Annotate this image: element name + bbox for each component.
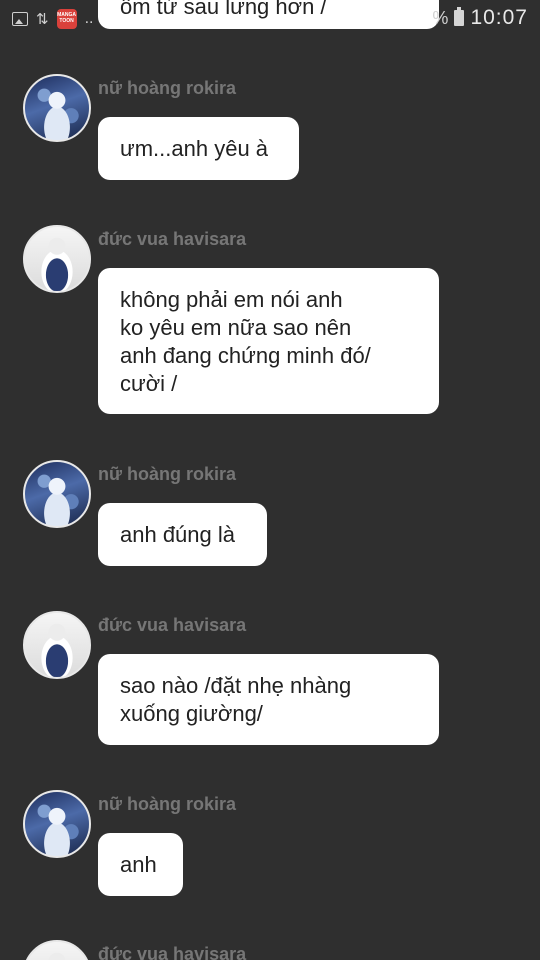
sender-name: đức vua havisara [98, 944, 247, 960]
avatar-king-havisara[interactable] [23, 225, 91, 293]
sender-name: đức vua havisara [98, 229, 247, 249]
image-icon [12, 12, 28, 26]
avatar-queen-rokira[interactable] [23, 74, 91, 142]
mangatoon-app-icon: MANGA TOON [56, 9, 77, 29]
message-bubble: anh đúng là [98, 503, 267, 566]
avatar-queen-rokira[interactable] [23, 460, 91, 528]
avatar-queen-rokira[interactable] [23, 790, 91, 858]
status-bar-system: % 10:07 [432, 6, 528, 30]
avatar-king-havisara[interactable] [23, 611, 91, 679]
more-notifications-dots: .. [84, 10, 94, 27]
chat-screen: ⇅ MANGA TOON .. % 10:07 ôm từ sau lưng h… [0, 0, 540, 960]
status-bar-notifications: ⇅ MANGA TOON .. [12, 9, 93, 29]
data-sync-icon: ⇅ [36, 10, 49, 28]
sender-name: đức vua havisara [98, 615, 247, 635]
sender-name: nữ hoàng rokira [98, 464, 237, 484]
message-bubble: anh [98, 833, 183, 896]
sender-name: nữ hoàng rokira [98, 78, 237, 98]
battery-icon [454, 7, 465, 26]
avatar-king-havisara[interactable] [23, 940, 91, 960]
message-bubble: không phải em nói anh ko yêu em nữa sao … [98, 268, 439, 414]
sender-name: nữ hoàng rokira [98, 794, 237, 814]
status-bar: ⇅ MANGA TOON .. % 10:07 [0, 0, 540, 36]
battery-percent: % [432, 7, 449, 28]
clock-time: 10:07 [470, 6, 528, 29]
message-bubble: ưm...anh yêu à [98, 117, 299, 180]
message-bubble: sao nào /đặt nhẹ nhàng xuống giường/ [98, 654, 439, 745]
